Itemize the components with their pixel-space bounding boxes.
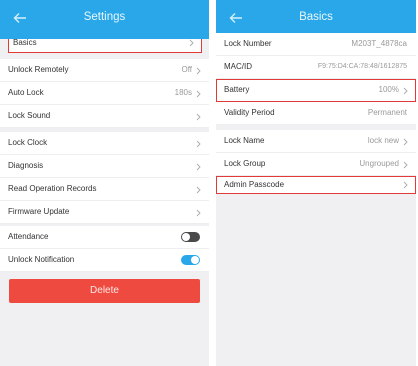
row-label: Basics	[13, 38, 37, 47]
chevron-right-icon	[403, 87, 408, 95]
row-label: Diagnosis	[8, 161, 44, 170]
chevron-right-icon	[196, 209, 201, 217]
settings-row-auto-lock[interactable]: Auto Lock 180s	[0, 82, 209, 105]
row-label: Lock Number	[224, 39, 272, 48]
chevron-right-icon	[196, 163, 201, 171]
row-label: Read Operation Records	[8, 184, 97, 193]
chevron-right-icon	[196, 67, 201, 75]
attendance-toggle[interactable]	[181, 232, 200, 242]
toggle-knob	[182, 233, 190, 241]
chevron-right-icon	[196, 113, 201, 121]
delete-button[interactable]: Delete	[9, 279, 200, 303]
basics-row-mac-id: MAC/ID F9:75:D4:CA:78:48/1612875	[216, 56, 416, 79]
row-label: Lock Name	[224, 136, 265, 145]
settings-row-firmware-update[interactable]: Firmware Update	[0, 201, 209, 224]
row-label: Lock Group	[224, 159, 266, 168]
row-label: Validity Period	[224, 108, 275, 117]
page-title: Settings	[83, 11, 126, 23]
row-label: Unlock Notification	[8, 255, 75, 264]
toggle-knob	[191, 256, 199, 264]
settings-row-attendance: Attendance	[0, 226, 209, 249]
chevron-right-icon	[403, 161, 408, 169]
row-value: lock new	[367, 136, 399, 145]
page-title: Basics	[299, 11, 333, 23]
settings-row-lock-sound[interactable]: Lock Sound	[0, 105, 209, 128]
settings-row-unlock-remotely[interactable]: Unlock Remotely Off	[0, 59, 209, 82]
row-label: Unlock Remotely	[8, 65, 69, 74]
basics-row-lock-number: Lock Number M203T_4878ca	[216, 33, 416, 56]
settings-row-unlock-notification: Unlock Notification	[0, 249, 209, 272]
chevron-right-icon	[196, 90, 201, 98]
row-label: Lock Sound	[8, 111, 51, 120]
row-value: F9:75:D4:CA:78:48/1612875	[317, 63, 407, 70]
row-label: Admin Passcode	[224, 180, 285, 189]
row-label: MAC/ID	[224, 62, 252, 71]
settings-row-diagnosis[interactable]: Diagnosis	[0, 155, 209, 178]
chevron-right-icon	[403, 181, 408, 189]
row-value: Ungrouped	[359, 159, 399, 168]
row-label: Firmware Update	[8, 207, 70, 216]
chevron-right-icon	[189, 39, 194, 47]
row-value: Permanent	[367, 108, 407, 117]
chevron-right-icon	[196, 140, 201, 148]
chevron-right-icon	[196, 186, 201, 194]
unlock-notification-toggle[interactable]	[181, 255, 200, 265]
settings-row-read-operation-records[interactable]: Read Operation Records	[0, 178, 209, 201]
row-value: 180s	[174, 88, 192, 97]
settings-list: Basics Unlock Remotely Off Auto Lock 180…	[0, 0, 209, 366]
basics-row-validity-period: Validity Period Permanent	[216, 102, 416, 125]
row-label: Battery	[224, 85, 250, 94]
basics-row-lock-group[interactable]: Lock Group Ungrouped	[216, 153, 416, 176]
row-label: Auto Lock	[8, 88, 44, 97]
row-value: Off	[181, 65, 192, 74]
chevron-right-icon	[403, 138, 408, 146]
row-value: M203T_4878ca	[351, 39, 407, 48]
basics-row-admin-passcode[interactable]: Admin Passcode	[216, 176, 416, 194]
settings-header: Settings	[0, 0, 209, 39]
row-label: Lock Clock	[8, 138, 48, 147]
settings-row-lock-clock[interactable]: Lock Clock	[0, 132, 209, 155]
basics-row-battery[interactable]: Battery 100%	[216, 79, 416, 102]
row-label: Attendance	[8, 232, 49, 241]
row-value: 100%	[378, 85, 399, 94]
basics-screen: Basics Lock Number M203T_4878ca MAC/ID F…	[216, 0, 416, 366]
basics-row-lock-name[interactable]: Lock Name lock new	[216, 130, 416, 153]
